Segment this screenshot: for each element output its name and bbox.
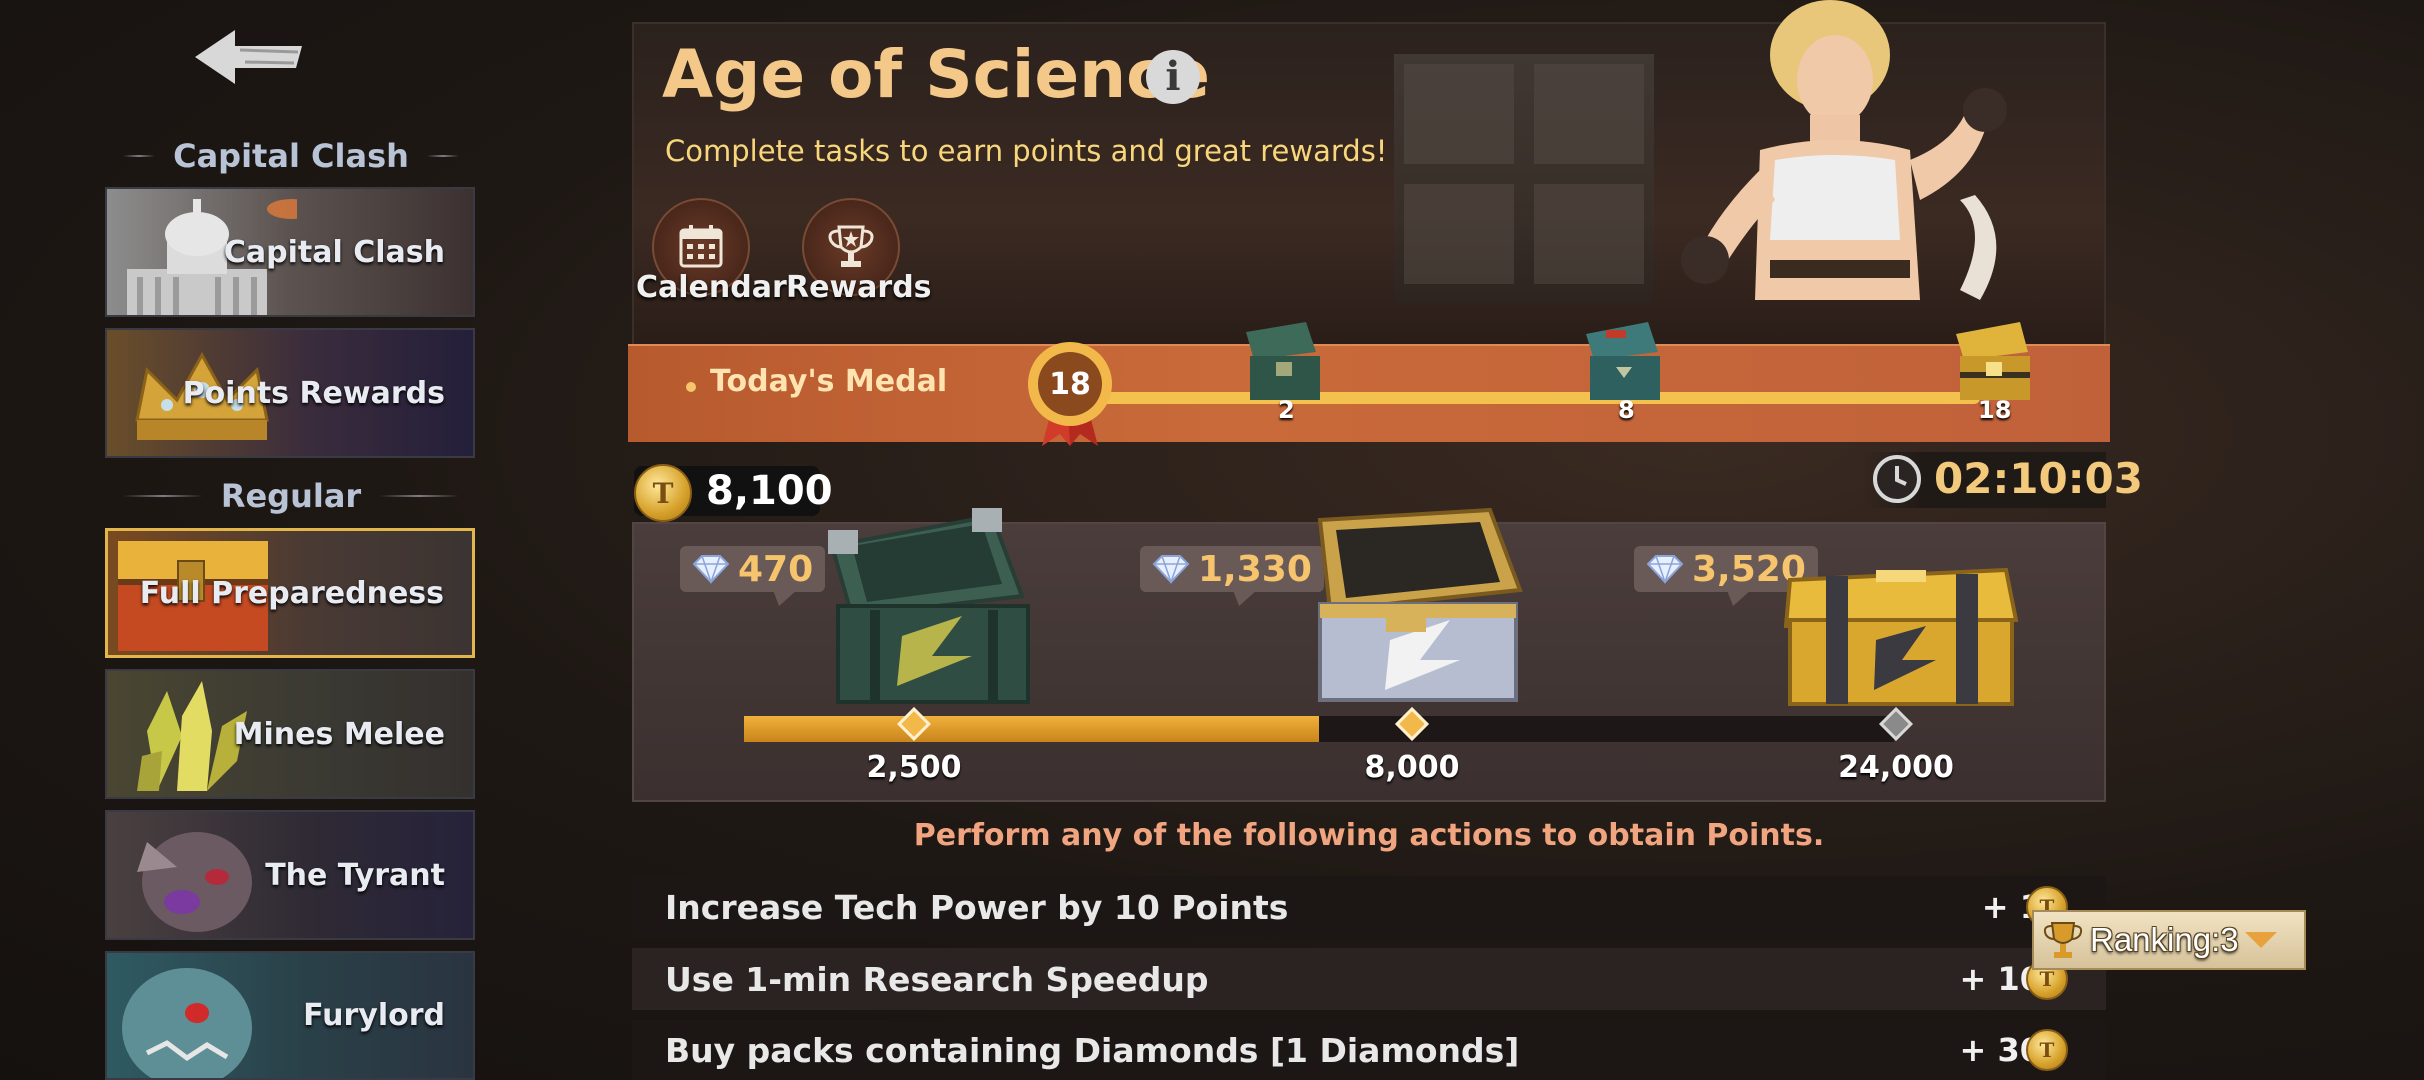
task-row: Use 1-min Research Speedup + 10 T [632, 948, 2106, 1010]
event-timer: 02:10:03 [1934, 454, 2143, 503]
diamond-icon [1152, 555, 1190, 584]
heroine-illustration [1681, 0, 2007, 300]
clock-icon [1873, 455, 1921, 503]
threshold-label: 24,000 [1838, 750, 1954, 785]
instructions-text: Perform any of the following actions to … [913, 818, 1825, 853]
medal-badge-icon: 18 [1028, 342, 1112, 446]
background-window [1394, 54, 1654, 304]
task-name: Use 1-min Research Speedup [665, 959, 1209, 999]
diamond-icon [1646, 555, 1684, 584]
bullet-dot [686, 382, 696, 392]
sidebar-item-capital-clash[interactable]: Capital Clash [105, 187, 475, 317]
milestone-chest-teal-icon[interactable] [1576, 312, 1672, 408]
reward-chest-gold-icon[interactable] [1776, 540, 2026, 710]
sidebar-item-furylord[interactable]: Furylord [105, 951, 475, 1080]
trophy-icon [828, 225, 874, 267]
sidebar-item-label: Full Preparedness [139, 575, 444, 611]
chest-price-tag: 470 [680, 546, 826, 592]
ranking-dropdown[interactable]: Ranking:3 [2032, 910, 2306, 970]
calendar-icon [679, 225, 723, 268]
milestone-count: 2 [1278, 396, 1295, 424]
sidebar-item-label: Furylord [303, 998, 445, 1033]
threshold-label: 2,500 [866, 750, 962, 785]
reward-chest-silver-icon[interactable] [1290, 500, 1530, 710]
reward-chest-green-icon[interactable] [812, 506, 1042, 706]
milestone-count: 18 [1978, 396, 2012, 424]
diamond-icon [692, 555, 730, 584]
sidebar-item-label: The Tyrant [265, 857, 445, 893]
furylord-monster-icon [122, 968, 252, 1078]
task-row: Buy packs containing Diamonds [1 Diamond… [632, 1020, 2106, 1080]
rewards-button[interactable]: Rewards [786, 198, 932, 305]
event-subtitle: Complete tasks to earn points and great … [665, 134, 1388, 168]
points-progress-fill [744, 716, 1319, 742]
threshold-label: 8,000 [1364, 750, 1460, 785]
info-icon[interactable]: i [1146, 50, 1200, 104]
points-coin-icon: T [634, 464, 692, 522]
back-arrow-icon[interactable] [190, 22, 310, 92]
calendar-button[interactable]: Calendar [636, 198, 787, 305]
event-title: Age of Science [662, 36, 1211, 113]
sidebar-item-label: Capital Clash [223, 234, 445, 270]
milestone-chest-gold-icon[interactable] [1946, 312, 2042, 408]
milestone-chest-green-icon[interactable] [1236, 312, 1332, 408]
sidebar-item-the-tyrant[interactable]: The Tyrant [105, 810, 475, 940]
medal-track-bar [1100, 392, 1980, 404]
task-name: Increase Tech Power by 10 Points [665, 887, 1289, 927]
sidebar-item-points-rewards[interactable]: Points Rewards [105, 328, 475, 458]
section-title-regular: Regular [105, 476, 477, 516]
medal-count: 18 [1049, 367, 1091, 402]
todays-medal-label: Today's Medal [710, 364, 948, 399]
trophy-icon [2043, 922, 2083, 958]
sidebar-item-label: Mines Melee [233, 716, 445, 752]
sidebar-item-full-preparedness[interactable]: Full Preparedness [105, 528, 475, 658]
chevron-down-icon [2244, 932, 2277, 948]
sidebar-item-mines-melee[interactable]: Mines Melee [105, 669, 475, 799]
ranking-label: Ranking:3 [2090, 921, 2239, 958]
task-row: Increase Tech Power by 10 Points + 1 T [632, 876, 2106, 938]
points-coin-icon: T [2026, 1029, 2068, 1071]
section-title-capital-clash: Capital Clash [105, 136, 477, 176]
task-name: Buy packs containing Diamonds [1 Diamond… [665, 1030, 1520, 1070]
milestone-count: 8 [1618, 396, 1635, 424]
sidebar-item-label: Points Rewards [182, 375, 445, 411]
